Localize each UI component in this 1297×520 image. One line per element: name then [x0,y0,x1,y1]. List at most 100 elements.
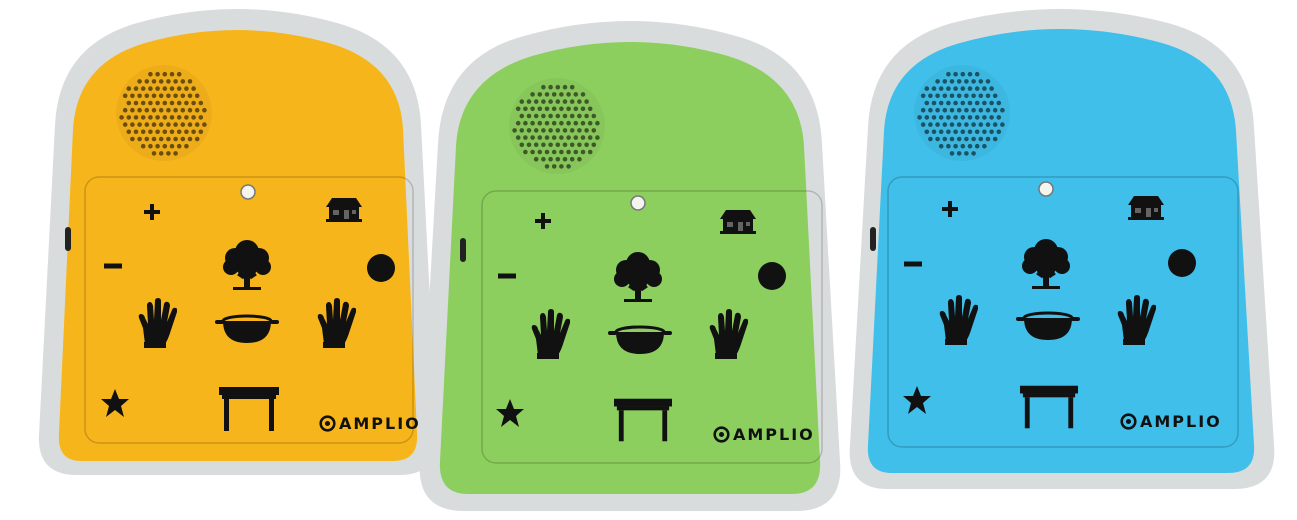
record-button[interactable] [758,262,786,290]
speaker-hole [555,142,561,148]
speaker-hole [928,136,933,142]
speaker-hole [166,136,171,142]
speaker-hole [587,106,593,112]
speaker-hole [144,107,150,113]
talking-book-blue[interactable]: AMPLIO [846,5,1276,495]
speaker-hole [148,100,153,106]
talking-book-yellow[interactable]: AMPLIO [27,5,447,480]
speaker-hole [541,84,546,90]
speaker-hole [130,93,135,99]
speaker-hole [144,136,150,142]
speaker-hole [942,93,948,99]
speaker-hole [148,129,153,135]
speaker-hole [548,156,553,162]
speaker-hole [946,86,951,91]
speaker-hole [158,122,164,127]
speaker-hole [949,93,955,99]
speaker-hole [548,99,553,104]
speaker-hole [519,99,525,104]
talking-book-green[interactable]: AMPLIO [419,16,841,516]
speaker-hole [587,149,593,155]
speaker-hole [202,107,207,113]
speaker-hole [924,129,930,135]
home-button[interactable] [326,198,362,222]
speaker-hole [996,129,1002,135]
speaker-hole [169,71,175,77]
speaker-hole [595,120,600,126]
speaker-hole [187,136,193,142]
speaker-hole [573,135,579,140]
speaker-hole [555,128,561,133]
speaker-hole [519,113,525,119]
speaker-hole [569,113,575,119]
speaker-hole [985,122,991,127]
speaker-hole [971,122,976,127]
speaker-hole [953,115,958,120]
side-slot [460,238,466,262]
record-button[interactable] [1168,249,1196,277]
speaker-hole [935,93,940,99]
speaker-hole [562,99,568,104]
speaker-hole [964,136,969,142]
speaker-hole [559,106,564,112]
speaker-hole [523,149,528,155]
speaker-hole [942,107,948,113]
speaker-hole [982,100,987,106]
speaker-hole [978,93,984,99]
speaker-hole [519,142,525,148]
speaker-hole [151,93,157,99]
speaker-hole [920,107,926,113]
speaker-hole [126,129,132,135]
speaker-hole [155,86,160,91]
speaker-hole [569,99,575,104]
speaker-hole [992,93,998,99]
speaker-hole [992,107,998,113]
speaker-hole [580,135,586,140]
speaker-hole [566,164,571,169]
speaker-hole [523,106,528,112]
speaker-hole [122,107,128,113]
speaker-hole [515,120,521,126]
speaker-hole [971,151,976,156]
speaker-hole [126,115,132,120]
speaker-hole [555,84,561,90]
speaker-hole [956,151,962,156]
speaker-hole [584,142,589,148]
speaker-hole [202,122,207,127]
speaker-hole [533,113,539,119]
speaker-hole [566,135,571,140]
record-button[interactable] [367,254,395,282]
speaker-hole [515,135,521,140]
speaker-hole [184,100,189,106]
speaker-hole [533,128,539,133]
speaker-hole [137,136,142,142]
home-button[interactable] [720,210,756,234]
speaker-hole [169,129,175,135]
speaker-hole [974,143,980,149]
speaker-hole [187,107,193,113]
speaker-hole [122,93,128,99]
speaker-hole [562,113,568,119]
speaker-hole [526,113,532,119]
speaker-hole [956,136,962,142]
speaker-hole [166,93,171,99]
speaker-hole [985,93,991,99]
speaker-hole [555,156,561,162]
speaker-hole [544,120,550,126]
home-button[interactable] [1128,196,1164,220]
speaker-hole [559,164,564,169]
speaker-hole [198,129,204,135]
speaker-hole [591,128,597,133]
speaker-hole [126,100,132,106]
speaker-hole [530,120,535,126]
speaker-hole [541,142,546,148]
speaker-hole [931,86,937,91]
speaker-hole [949,136,955,142]
speaker-hole [551,120,557,126]
speaker-hole [176,100,182,106]
speaker-hole [548,142,553,148]
speaker-hole [573,106,579,112]
speaker-hole [1000,107,1005,113]
speaker-hole [938,129,944,135]
speaker-hole [989,100,994,106]
